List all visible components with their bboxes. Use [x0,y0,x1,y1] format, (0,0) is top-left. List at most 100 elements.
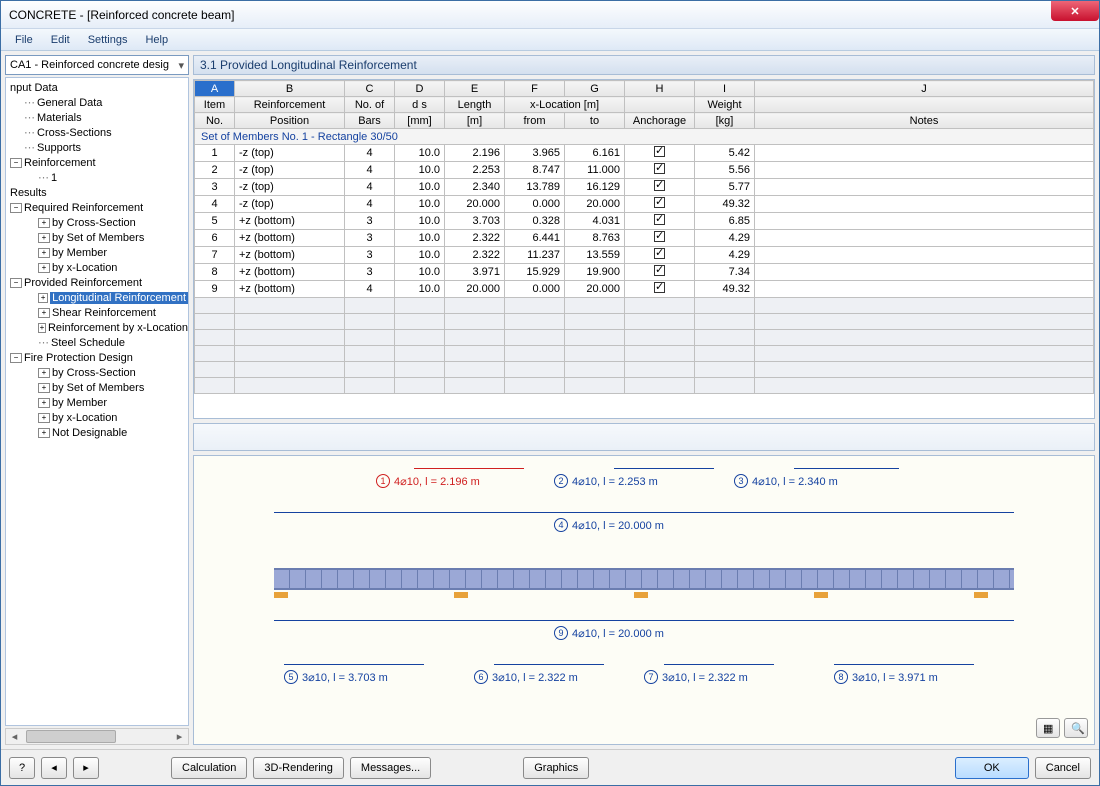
cell[interactable]: +z (bottom) [235,213,345,230]
expand-icon[interactable]: + [38,263,50,273]
cell[interactable]: 19.900 [565,264,625,281]
collapse-icon[interactable]: − [10,278,22,288]
cell[interactable] [755,162,1094,179]
cell[interactable]: 20.000 [565,196,625,213]
cell[interactable] [755,213,1094,230]
table-row[interactable]: 7+z (bottom)310.02.32211.23713.5594.29 [195,247,1094,264]
cell[interactable]: 2.253 [445,162,505,179]
cell[interactable]: 10.0 [395,213,445,230]
cell[interactable]: -z (top) [235,145,345,162]
scroll-thumb[interactable] [26,730,116,743]
tree-general-data[interactable]: ⋯General Data [6,95,188,110]
prev-button[interactable]: ◂ [41,757,67,779]
cell[interactable]: 8 [195,264,235,281]
tree-required[interactable]: −Required Reinforcement [6,200,188,215]
table-row[interactable]: 9+z (bottom)410.020.0000.00020.00049.32 [195,281,1094,298]
graphics-button[interactable]: Graphics [523,757,589,779]
expand-icon[interactable]: + [38,413,50,423]
cell[interactable]: 8.763 [565,230,625,247]
cell[interactable]: 13.789 [505,179,565,196]
tree-req-cs[interactable]: +by Cross-Section [6,215,188,230]
cell[interactable] [755,281,1094,298]
cell[interactable] [755,230,1094,247]
cell[interactable]: 0.000 [505,281,565,298]
cell[interactable]: 6 [195,230,235,247]
tree-prov-shear[interactable]: +Shear Reinforcement [6,305,188,320]
graphic-tool-2[interactable]: 🔍 [1064,718,1088,738]
cell[interactable]: +z (bottom) [235,247,345,264]
cell[interactable] [755,145,1094,162]
anchorage-checkbox[interactable] [654,231,665,242]
col-C[interactable]: C [345,81,395,97]
tree-cross-sections[interactable]: ⋯Cross-Sections [6,125,188,140]
titlebar[interactable]: CONCRETE - [Reinforced concrete beam] ✕ [1,1,1099,29]
expand-icon[interactable]: + [38,233,50,243]
anchorage-checkbox[interactable] [654,214,665,225]
table-row[interactable]: 5+z (bottom)310.03.7030.3284.0316.85 [195,213,1094,230]
scroll-left-icon[interactable]: ◂ [6,729,23,744]
cell[interactable] [755,264,1094,281]
cell[interactable]: 0.000 [505,196,565,213]
cell[interactable]: 20.000 [445,196,505,213]
cell[interactable]: 3.703 [445,213,505,230]
cell[interactable] [625,247,695,264]
table-row[interactable]: 8+z (bottom)310.03.97115.92919.9007.34 [195,264,1094,281]
cell[interactable]: -z (top) [235,162,345,179]
anchorage-checkbox[interactable] [654,265,665,276]
expand-icon[interactable]: + [38,218,50,228]
cell[interactable]: 5.42 [695,145,755,162]
messages-button[interactable]: Messages... [350,757,431,779]
cell[interactable] [625,196,695,213]
cell[interactable] [625,264,695,281]
cell[interactable]: 10.0 [395,145,445,162]
cell[interactable]: 10.0 [395,162,445,179]
expand-icon[interactable]: + [38,308,50,318]
menu-settings[interactable]: Settings [80,32,136,48]
cell[interactable] [625,281,695,298]
help-button[interactable]: ? [9,757,35,779]
tree-reinforcement[interactable]: −Reinforcement [6,155,188,170]
cell[interactable]: 3 [345,213,395,230]
cell[interactable] [755,179,1094,196]
cell[interactable]: 4 [345,179,395,196]
collapse-icon[interactable]: − [10,203,22,213]
cell[interactable]: 6.441 [505,230,565,247]
expand-icon[interactable]: + [38,383,50,393]
cell[interactable]: 2.322 [445,247,505,264]
cell[interactable]: 4 [345,196,395,213]
results-grid[interactable]: A B C D E F G H I J [194,80,1094,418]
cell[interactable]: 4 [345,145,395,162]
cell[interactable]: 11.000 [565,162,625,179]
tree-req-som[interactable]: +by Set of Members [6,230,188,245]
tree-fire-xloc[interactable]: +by x-Location [6,410,188,425]
cell[interactable]: 4.29 [695,247,755,264]
cell[interactable] [625,162,695,179]
col-H[interactable]: H [625,81,695,97]
cell[interactable]: 0.328 [505,213,565,230]
tree-hscrollbar[interactable]: ◂ ▸ [5,728,189,745]
cell[interactable]: 16.129 [565,179,625,196]
cell[interactable]: 2.340 [445,179,505,196]
cell[interactable]: +z (bottom) [235,264,345,281]
tree-results[interactable]: Results [6,185,188,200]
collapse-icon[interactable]: − [10,158,22,168]
anchorage-checkbox[interactable] [654,282,665,293]
cell[interactable]: 4.031 [565,213,625,230]
anchorage-checkbox[interactable] [654,180,665,191]
graphic-tool-1[interactable]: ▦ [1036,718,1060,738]
cell[interactable]: 7 [195,247,235,264]
col-D[interactable]: D [395,81,445,97]
next-button[interactable]: ▸ [73,757,99,779]
tree-reinforcement-1[interactable]: ⋯1 [6,170,188,185]
tree-fire[interactable]: −Fire Protection Design [6,350,188,365]
cell[interactable]: 3 [345,230,395,247]
cell[interactable]: 3 [195,179,235,196]
cell[interactable]: 1 [195,145,235,162]
cell[interactable] [625,179,695,196]
collapse-icon[interactable]: − [10,353,22,363]
cell[interactable]: 8.747 [505,162,565,179]
cell[interactable]: 20.000 [445,281,505,298]
tree-input-data[interactable]: nput Data [6,80,188,95]
cell[interactable]: 4 [345,162,395,179]
cell[interactable]: 10.0 [395,179,445,196]
